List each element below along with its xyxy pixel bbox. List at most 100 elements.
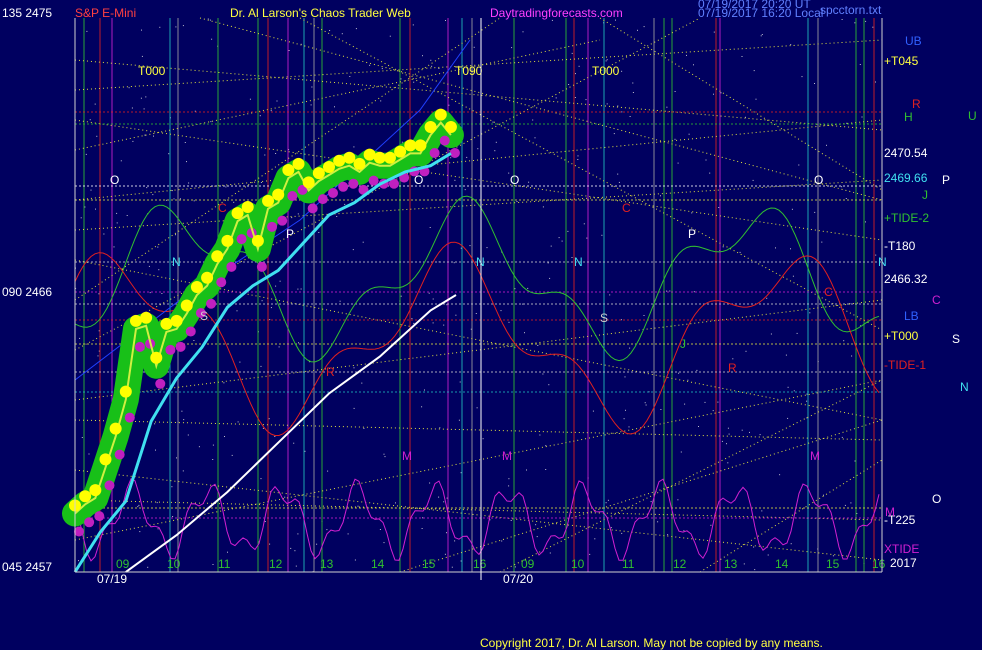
chart-letter-marker: N (574, 255, 583, 269)
star (264, 521, 266, 522)
price-low-point (206, 298, 217, 309)
price-high-point (262, 194, 275, 207)
star (585, 99, 587, 101)
star (141, 55, 143, 57)
star (510, 520, 512, 521)
star (486, 247, 488, 249)
star (760, 35, 762, 37)
right-side-marker: LB (904, 309, 919, 323)
star (145, 96, 147, 98)
star (94, 103, 96, 105)
star (601, 234, 603, 236)
star (526, 469, 527, 471)
star (550, 245, 552, 247)
star (754, 569, 756, 571)
star (311, 86, 313, 88)
star (477, 148, 479, 150)
star (522, 31, 524, 33)
star (295, 565, 297, 567)
star (691, 212, 693, 214)
star (140, 97, 142, 99)
price-high-point (150, 351, 163, 364)
star (288, 50, 290, 51)
price-low-point (348, 178, 359, 189)
star (294, 550, 296, 552)
star (260, 365, 262, 367)
site-url[interactable]: Daytradingforecasts.com (490, 6, 623, 20)
star (623, 418, 625, 420)
chart-letter-marker: M (402, 449, 412, 463)
star (713, 31, 715, 33)
star (617, 173, 619, 175)
star (561, 240, 563, 242)
star (395, 502, 396, 504)
price-high-point (363, 148, 376, 161)
price-low-point (317, 194, 328, 205)
star (223, 382, 225, 384)
star (660, 409, 662, 410)
star (705, 159, 707, 161)
star (644, 402, 646, 404)
star (469, 245, 471, 247)
star (193, 200, 195, 202)
star (524, 332, 525, 334)
star (85, 153, 87, 155)
star (84, 206, 86, 208)
right-side-marker: O (932, 492, 941, 506)
star (698, 426, 699, 427)
star (709, 172, 711, 174)
star (841, 186, 843, 188)
right-level-label: +TIDE-2 (884, 211, 929, 225)
star (149, 292, 151, 294)
timestamp-local: 07/19/2017 16:20 Local (698, 6, 823, 20)
star (759, 434, 761, 436)
chart-letter-marker: M (502, 449, 512, 463)
star (806, 417, 808, 419)
star (710, 524, 712, 526)
star (567, 230, 569, 232)
right-side-marker: H (904, 110, 913, 124)
star (578, 65, 580, 67)
price-high-point (343, 151, 356, 164)
price-high-point (323, 160, 335, 173)
star (349, 76, 351, 77)
star (732, 358, 734, 360)
star (549, 277, 551, 279)
star (413, 322, 415, 324)
star (429, 227, 431, 228)
star (460, 560, 462, 562)
star (628, 426, 630, 428)
star (270, 307, 272, 309)
star (508, 485, 510, 487)
star (577, 155, 579, 157)
right-level-label: 2469.66 (884, 171, 928, 185)
star (629, 347, 631, 349)
star (749, 431, 750, 433)
star (741, 56, 743, 57)
top-marker: T000 (592, 64, 620, 78)
star (821, 241, 823, 243)
right-side-marker: S (952, 332, 960, 346)
star (278, 346, 280, 348)
star (686, 54, 687, 56)
star (446, 532, 447, 534)
star (327, 470, 329, 472)
star (148, 265, 150, 267)
star (677, 499, 679, 501)
star (454, 179, 456, 181)
star (182, 470, 184, 472)
star (536, 536, 538, 538)
star (183, 419, 185, 421)
star (264, 154, 266, 156)
star (542, 206, 544, 208)
right-level-label: XTIDE (884, 542, 919, 556)
star (609, 294, 611, 296)
star (717, 401, 719, 403)
star (516, 201, 518, 202)
star (545, 445, 547, 447)
star (152, 194, 154, 196)
star (446, 497, 448, 499)
star (352, 249, 354, 251)
star (761, 510, 763, 512)
star (78, 560, 79, 562)
